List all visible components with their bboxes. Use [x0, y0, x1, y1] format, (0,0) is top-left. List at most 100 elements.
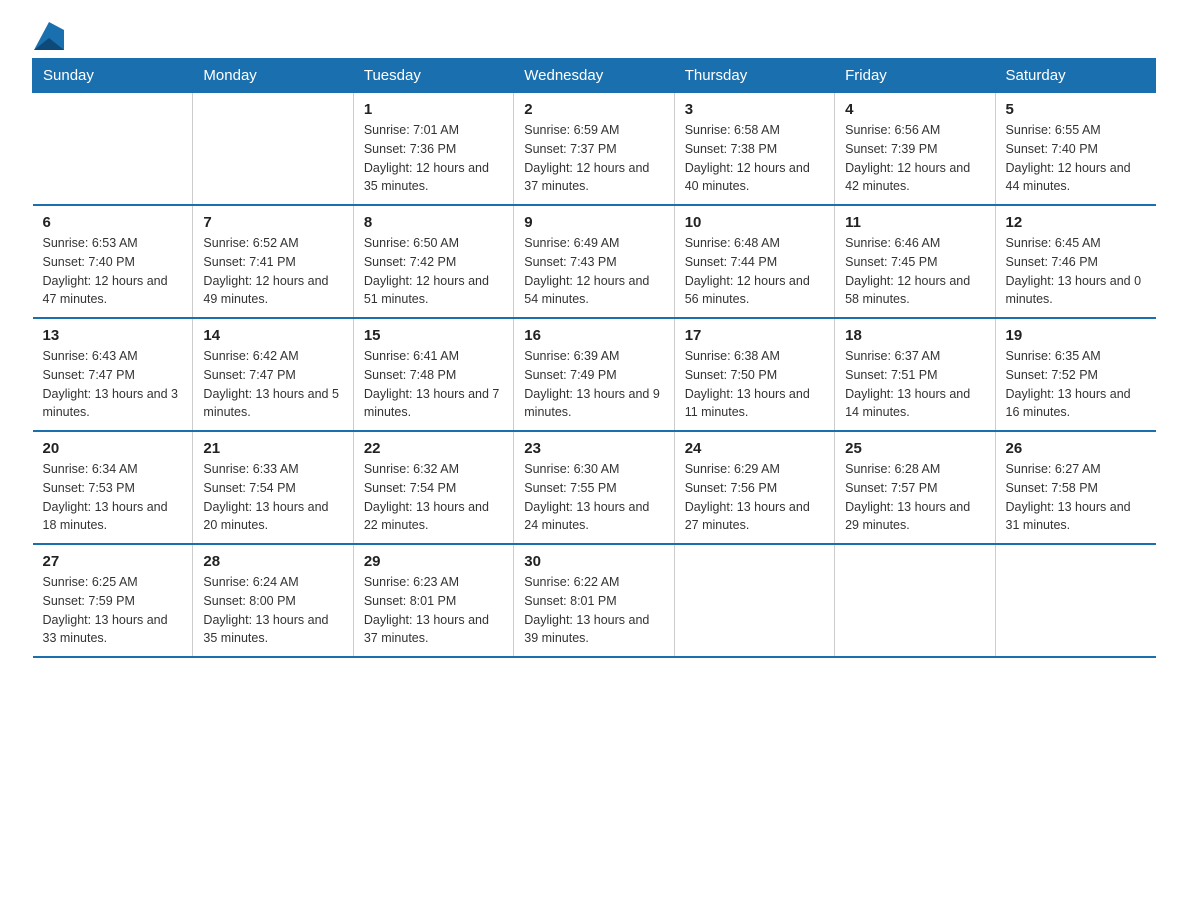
day-sun-info: Sunrise: 6:45 AMSunset: 7:46 PMDaylight:…: [1006, 234, 1146, 309]
day-number: 14: [203, 327, 342, 344]
day-sun-info: Sunrise: 6:29 AMSunset: 7:56 PMDaylight:…: [685, 460, 824, 535]
day-sun-info: Sunrise: 6:53 AMSunset: 7:40 PMDaylight:…: [43, 234, 183, 309]
calendar-cell: 18Sunrise: 6:37 AMSunset: 7:51 PMDayligh…: [835, 318, 995, 431]
day-number: 16: [524, 327, 663, 344]
day-sun-info: Sunrise: 6:32 AMSunset: 7:54 PMDaylight:…: [364, 460, 503, 535]
day-sun-info: Sunrise: 6:56 AMSunset: 7:39 PMDaylight:…: [845, 121, 984, 196]
day-number: 13: [43, 327, 183, 344]
calendar-cell: [674, 544, 834, 657]
calendar-cell: 13 Sunrise: 6:43 AMSunset: 7:47 PMDayligh…: [33, 318, 193, 431]
calendar-cell: 4 Sunrise: 6:56 AMSunset: 7:39 PMDaylight…: [835, 93, 995, 206]
day-number: 17: [685, 327, 824, 344]
day-number: 26: [1006, 440, 1146, 457]
calendar-table: SundayMondayTuesdayWednesdayThursdayFrid…: [32, 58, 1156, 658]
calendar-week-row: 27 Sunrise: 6:25 AMSunset: 7:59 PMDayligh…: [33, 544, 1156, 657]
day-sun-info: Sunrise: 6:39 AMSunset: 7:49 PMDaylight:…: [524, 347, 663, 422]
calendar-cell: 16 Sunrise: 6:39 AMSunset: 7:49 PMDayligh…: [514, 318, 674, 431]
day-number: 9: [524, 214, 663, 231]
calendar-cell: 29 Sunrise: 6:23 AMSunset: 8:01 PMDayligh…: [353, 544, 513, 657]
day-number: 21: [203, 440, 342, 457]
day-sun-info: Sunrise: 7:01 AMSunset: 7:36 PMDaylight:…: [364, 121, 503, 196]
day-number: 10: [685, 214, 824, 231]
day-sun-info: Sunrise: 6:49 AMSunset: 7:43 PMDaylight:…: [524, 234, 663, 309]
calendar-week-row: 20 Sunrise: 6:34 AMSunset: 7:53 PMDayligh…: [33, 431, 1156, 544]
day-number: 6: [43, 214, 183, 231]
day-of-week-header: Friday: [835, 59, 995, 93]
calendar-cell: [995, 544, 1155, 657]
day-sun-info: Sunrise: 6:41 AMSunset: 7:48 PMDaylight:…: [364, 347, 503, 422]
day-sun-info: Sunrise: 6:38 AMSunset: 7:50 PMDaylight:…: [685, 347, 824, 422]
day-of-week-header: Wednesday: [514, 59, 674, 93]
calendar-cell: [835, 544, 995, 657]
logo: [32, 24, 64, 46]
calendar-cell: 7 Sunrise: 6:52 AMSunset: 7:41 PMDaylight…: [193, 205, 353, 318]
day-sun-info: Sunrise: 6:58 AMSunset: 7:38 PMDaylight:…: [685, 121, 824, 196]
calendar-cell: 10Sunrise: 6:48 AMSunset: 7:44 PMDayligh…: [674, 205, 834, 318]
day-number: 27: [43, 553, 183, 570]
day-number: 2: [524, 101, 663, 118]
calendar-cell: 25 Sunrise: 6:28 AMSunset: 7:57 PMDayligh…: [835, 431, 995, 544]
day-sun-info: Sunrise: 6:24 AMSunset: 8:00 PMDaylight:…: [203, 573, 342, 648]
calendar-cell: 9 Sunrise: 6:49 AMSunset: 7:43 PMDaylight…: [514, 205, 674, 318]
day-of-week-header: Monday: [193, 59, 353, 93]
calendar-week-row: 13 Sunrise: 6:43 AMSunset: 7:47 PMDayligh…: [33, 318, 1156, 431]
calendar-cell: 20 Sunrise: 6:34 AMSunset: 7:53 PMDayligh…: [33, 431, 193, 544]
calendar-cell: 14Sunrise: 6:42 AMSunset: 7:47 PMDayligh…: [193, 318, 353, 431]
calendar-cell: 23Sunrise: 6:30 AMSunset: 7:55 PMDayligh…: [514, 431, 674, 544]
day-number: 22: [364, 440, 503, 457]
calendar-cell: 30 Sunrise: 6:22 AMSunset: 8:01 PMDayligh…: [514, 544, 674, 657]
day-sun-info: Sunrise: 6:50 AMSunset: 7:42 PMDaylight:…: [364, 234, 503, 309]
calendar-cell: 12Sunrise: 6:45 AMSunset: 7:46 PMDayligh…: [995, 205, 1155, 318]
calendar-cell: 21 Sunrise: 6:33 AMSunset: 7:54 PMDayligh…: [193, 431, 353, 544]
calendar-cell: 17 Sunrise: 6:38 AMSunset: 7:50 PMDayligh…: [674, 318, 834, 431]
day-sun-info: Sunrise: 6:35 AMSunset: 7:52 PMDaylight:…: [1006, 347, 1146, 422]
calendar-cell: 28 Sunrise: 6:24 AMSunset: 8:00 PMDayligh…: [193, 544, 353, 657]
calendar-cell: 2 Sunrise: 6:59 AMSunset: 7:37 PMDaylight…: [514, 93, 674, 206]
day-number: 20: [43, 440, 183, 457]
calendar-cell: [33, 93, 193, 206]
calendar-cell: 11Sunrise: 6:46 AMSunset: 7:45 PMDayligh…: [835, 205, 995, 318]
calendar-cell: 3Sunrise: 6:58 AMSunset: 7:38 PMDaylight…: [674, 93, 834, 206]
day-sun-info: Sunrise: 6:34 AMSunset: 7:53 PMDaylight:…: [43, 460, 183, 535]
day-number: 25: [845, 440, 984, 457]
calendar-cell: 1 Sunrise: 7:01 AMSunset: 7:36 PMDaylight…: [353, 93, 513, 206]
day-number: 24: [685, 440, 824, 457]
calendar-cell: 8 Sunrise: 6:50 AMSunset: 7:42 PMDaylight…: [353, 205, 513, 318]
day-of-week-header: Tuesday: [353, 59, 513, 93]
day-sun-info: Sunrise: 6:33 AMSunset: 7:54 PMDaylight:…: [203, 460, 342, 535]
calendar-cell: 27 Sunrise: 6:25 AMSunset: 7:59 PMDayligh…: [33, 544, 193, 657]
day-sun-info: Sunrise: 6:22 AMSunset: 8:01 PMDaylight:…: [524, 573, 663, 648]
day-sun-info: Sunrise: 6:59 AMSunset: 7:37 PMDaylight:…: [524, 121, 663, 196]
day-sun-info: Sunrise: 6:27 AMSunset: 7:58 PMDaylight:…: [1006, 460, 1146, 535]
day-number: 4: [845, 101, 984, 118]
calendar-cell: 24 Sunrise: 6:29 AMSunset: 7:56 PMDayligh…: [674, 431, 834, 544]
day-sun-info: Sunrise: 6:52 AMSunset: 7:41 PMDaylight:…: [203, 234, 342, 309]
day-number: 19: [1006, 327, 1146, 344]
day-sun-info: Sunrise: 6:43 AMSunset: 7:47 PMDaylight:…: [43, 347, 183, 422]
day-number: 30: [524, 553, 663, 570]
day-sun-info: Sunrise: 6:55 AMSunset: 7:40 PMDaylight:…: [1006, 121, 1146, 196]
calendar-cell: 26 Sunrise: 6:27 AMSunset: 7:58 PMDayligh…: [995, 431, 1155, 544]
calendar-cell: [193, 93, 353, 206]
calendar-week-row: 6 Sunrise: 6:53 AMSunset: 7:40 PMDaylight…: [33, 205, 1156, 318]
day-sun-info: Sunrise: 6:37 AMSunset: 7:51 PMDaylight:…: [845, 347, 984, 422]
logo-icon: [34, 22, 64, 52]
day-number: 28: [203, 553, 342, 570]
page-header: [32, 24, 1156, 46]
day-number: 29: [364, 553, 503, 570]
calendar-cell: 6 Sunrise: 6:53 AMSunset: 7:40 PMDaylight…: [33, 205, 193, 318]
day-sun-info: Sunrise: 6:25 AMSunset: 7:59 PMDaylight:…: [43, 573, 183, 648]
day-sun-info: Sunrise: 6:28 AMSunset: 7:57 PMDaylight:…: [845, 460, 984, 535]
day-number: 8: [364, 214, 503, 231]
day-number: 23: [524, 440, 663, 457]
day-number: 5: [1006, 101, 1146, 118]
day-of-week-header: Sunday: [33, 59, 193, 93]
day-of-week-header: Thursday: [674, 59, 834, 93]
day-sun-info: Sunrise: 6:23 AMSunset: 8:01 PMDaylight:…: [364, 573, 503, 648]
calendar-week-row: 1 Sunrise: 7:01 AMSunset: 7:36 PMDaylight…: [33, 93, 1156, 206]
day-sun-info: Sunrise: 6:46 AMSunset: 7:45 PMDaylight:…: [845, 234, 984, 309]
calendar-cell: 19 Sunrise: 6:35 AMSunset: 7:52 PMDayligh…: [995, 318, 1155, 431]
day-number: 7: [203, 214, 342, 231]
day-of-week-header: Saturday: [995, 59, 1155, 93]
day-number: 1: [364, 101, 503, 118]
